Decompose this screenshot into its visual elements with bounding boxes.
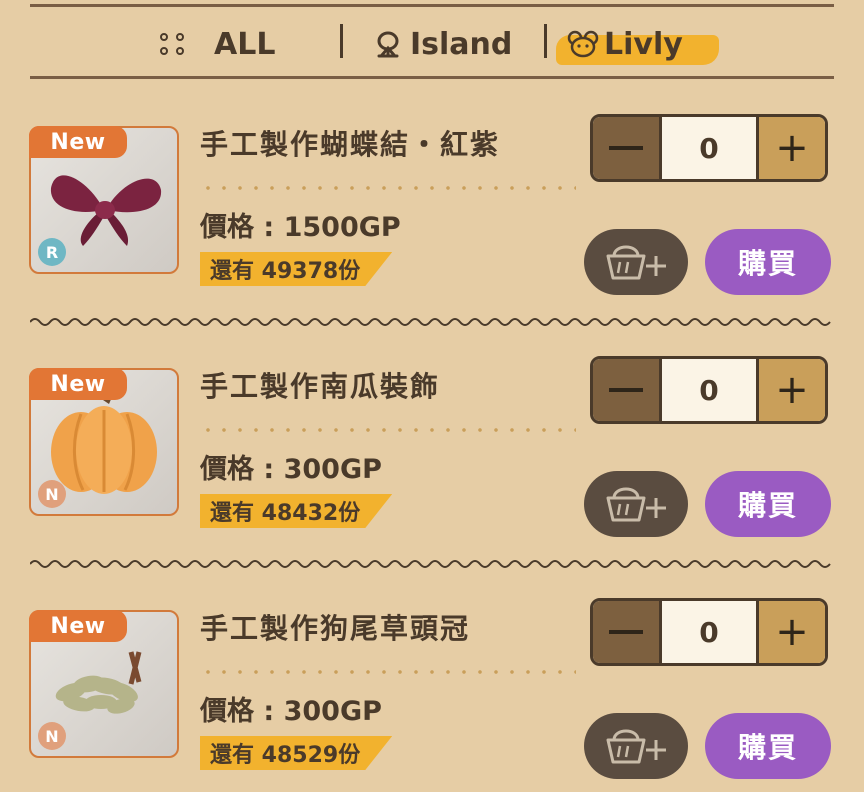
- dotted-divider: [200, 670, 576, 674]
- quantity-value[interactable]: 0: [659, 359, 759, 421]
- rarity-badge: N: [38, 722, 66, 750]
- add-to-cart-button[interactable]: [584, 713, 688, 779]
- decrease-button[interactable]: [593, 359, 659, 421]
- quantity-stepper: 0 +: [590, 114, 828, 182]
- minus-icon: [609, 630, 643, 634]
- product-name: 手工製作狗尾草頭冠: [200, 612, 471, 645]
- plus-icon: +: [775, 367, 809, 413]
- stock-remaining: 還有 48529份: [200, 736, 393, 770]
- product-price: 價格 : 300GP: [200, 696, 382, 727]
- decrease-button[interactable]: [593, 117, 659, 179]
- quantity-stepper: 0 +: [590, 598, 828, 666]
- basket-plus-icon: [606, 729, 666, 764]
- minus-icon: [609, 388, 643, 392]
- quantity-value[interactable]: 0: [659, 117, 759, 179]
- quantity-stepper: 0 +: [590, 356, 828, 424]
- buy-button[interactable]: 購買: [705, 713, 831, 779]
- product-price: 價格 : 300GP: [200, 454, 382, 485]
- quantity-value[interactable]: 0: [659, 601, 759, 663]
- product-name: 手工製作蝴蝶結・紅紫: [200, 128, 501, 161]
- increase-button[interactable]: +: [759, 359, 825, 421]
- increase-button[interactable]: +: [759, 117, 825, 179]
- product-price: 價格 : 1500GP: [200, 212, 401, 243]
- new-badge: New: [29, 126, 127, 158]
- plus-icon: +: [775, 609, 809, 655]
- decrease-button[interactable]: [593, 601, 659, 663]
- dotted-divider: [200, 428, 576, 432]
- new-badge: New: [29, 610, 127, 642]
- product-item: New N 手工製作狗尾草頭冠 價格 : 300GP 還有 48529份 0 +…: [0, 484, 864, 784]
- dotted-divider: [200, 186, 576, 190]
- increase-button[interactable]: +: [759, 601, 825, 663]
- new-badge: New: [29, 368, 127, 400]
- product-name: 手工製作南瓜裝飾: [200, 370, 441, 403]
- plus-icon: +: [775, 125, 809, 171]
- minus-icon: [609, 146, 643, 150]
